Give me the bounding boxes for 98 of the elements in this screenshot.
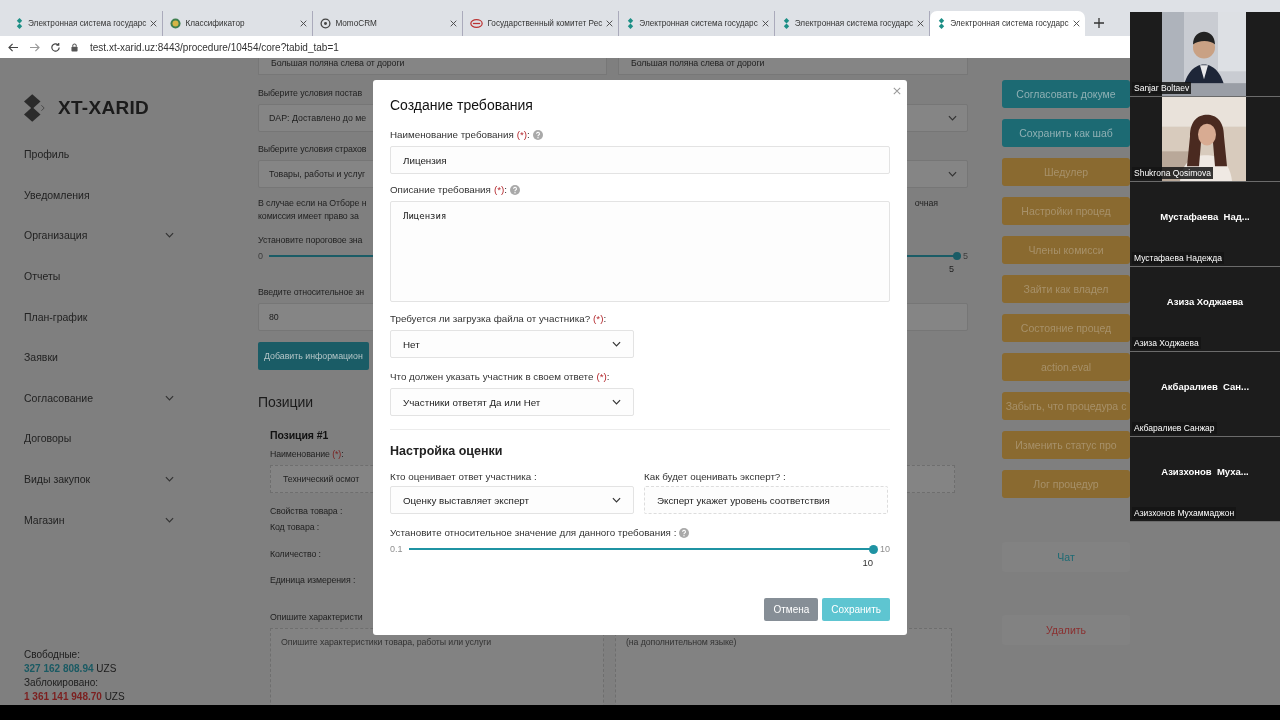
- note-text: В случае если на Отборе н комиссия имеет право за: [258, 197, 367, 223]
- action-button[interactable]: Согласовать докуме: [1002, 80, 1130, 108]
- field-label: Описание требования (*):: [390, 183, 507, 197]
- field-label: Кто оценивает ответ участника :: [390, 471, 537, 482]
- property-label: Код товара :: [270, 522, 320, 532]
- diamond-icon: [626, 18, 636, 29]
- sidebar-item[interactable]: Магазин: [24, 499, 174, 540]
- slider-thumb[interactable]: [953, 252, 962, 260]
- balance-label: Свободные:: [24, 649, 80, 660]
- field-label: Установите пороговое зна: [258, 235, 363, 245]
- name-label: Sanjar Boltaev: [1132, 82, 1192, 94]
- close-icon[interactable]: [1072, 20, 1080, 27]
- diamond-icon: [937, 18, 947, 29]
- name-label: Акбаралиев Санжар: [1132, 422, 1217, 434]
- cancel-button[interactable]: Отмена: [764, 598, 819, 621]
- textarea-field[interactable]: Лицензия: [390, 201, 890, 302]
- plus-icon[interactable]: [1093, 18, 1104, 28]
- field-label: Требуется ли загрузка файла от участника? (*):: [390, 312, 607, 326]
- position-title: Позиция #1: [270, 429, 329, 441]
- select-field[interactable]: Нет: [390, 330, 634, 358]
- sidebar-item[interactable]: Договоры: [24, 418, 174, 459]
- reload-icon[interactable]: [50, 41, 61, 53]
- chevron-down-icon: [612, 497, 621, 503]
- oval-icon: [470, 19, 484, 28]
- chevron-down-icon: [948, 115, 957, 121]
- sidebar-item[interactable]: Виды закупок: [24, 458, 174, 500]
- close-icon[interactable]: [606, 20, 614, 27]
- slider-value: 5: [949, 264, 954, 274]
- forward-arrow-icon[interactable]: [29, 42, 40, 52]
- back-arrow-icon[interactable]: [8, 42, 19, 52]
- chevron-down-icon: [612, 341, 621, 347]
- input-field[interactable]: Большая поляна слева от дороги: [618, 58, 968, 75]
- balance-amount: 1 361 141 948.70: [24, 691, 102, 702]
- chevron-down-icon: [948, 171, 957, 177]
- sidebar-item[interactable]: Согласование: [24, 377, 174, 419]
- close-icon[interactable]: [761, 20, 769, 27]
- url-text[interactable]: test.xt-xarid.uz:8443/procedure/10454/core?tabid_tab=1: [90, 41, 339, 53]
- participant-name: Мустафаева Над...: [1160, 210, 1250, 222]
- name-label: Азизхонов Мухаммаджон: [1132, 507, 1237, 519]
- close-icon[interactable]: [300, 20, 308, 27]
- browser-tab[interactable]: Электронная система государс: [930, 11, 1085, 36]
- logo-icon: [24, 94, 46, 122]
- participant-name: Азиза Ходжаева: [1166, 295, 1244, 307]
- textarea-field[interactable]: (на дополнительном языке): [615, 628, 952, 705]
- action-button[interactable]: Сохранить как шаб: [1002, 119, 1130, 147]
- diamond-icon: [15, 18, 24, 29]
- slider-max: 5: [963, 251, 968, 261]
- select-field[interactable]: Участники ответят Да или Нет: [390, 388, 634, 416]
- select-field[interactable]: Оценку выставляет эксперт: [390, 486, 634, 514]
- sidebar-item[interactable]: Уведомления: [24, 174, 174, 216]
- textarea-field[interactable]: Опишите характеристики товара, работы или услуги: [270, 628, 604, 705]
- close-icon[interactable]: [917, 20, 925, 27]
- name-label: Азиза Ходжаева: [1132, 337, 1201, 349]
- property-label: Единица измерения :: [270, 575, 356, 585]
- sidebar-item[interactable]: Отчеты: [24, 255, 174, 297]
- field-label: Наименование (*):: [270, 449, 344, 459]
- sidebar-item[interactable]: План-график: [24, 296, 174, 337]
- section-heading: Настройка оценки: [390, 444, 503, 458]
- participant-name: Азизхонов Муха...: [1161, 465, 1249, 477]
- currency-text: UZS: [96, 663, 117, 674]
- field-label: Наименование требования (*):: [390, 128, 530, 142]
- sidebar-item[interactable]: Организация: [24, 215, 174, 256]
- add-info-button[interactable]: Добавить информацион: [258, 342, 369, 370]
- slider-max: 10: [880, 544, 890, 554]
- property-label: Свойства товара :: [270, 506, 343, 516]
- property-label: Количество :: [270, 549, 321, 559]
- emblem-icon: [170, 18, 182, 29]
- name-label: Мустафаева Надежда: [1132, 252, 1224, 264]
- slider-thumb[interactable]: [869, 544, 879, 554]
- field-label: Установите относительное значение для данного требования :: [390, 526, 677, 540]
- input-field[interactable]: Лицензия: [390, 146, 890, 174]
- name-label: Shukrona Qosimova: [1132, 167, 1213, 179]
- modal-title: Создание требования: [390, 97, 533, 113]
- balance-amount: 327 162 808.94: [24, 663, 94, 674]
- balance-label: Заблокировано:: [24, 677, 99, 688]
- field-label: Как будет оценивать эксперт? :: [644, 471, 786, 482]
- field-label: Опишите характеристи: [270, 612, 363, 622]
- lock-icon: [71, 42, 78, 52]
- close-icon[interactable]: [450, 20, 458, 27]
- section-heading: Позиции: [258, 394, 313, 410]
- slider-value: 10: [862, 557, 873, 568]
- input-field[interactable]: Большая поляна слева от дороги: [258, 58, 607, 75]
- slider-min: 0.1: [390, 544, 403, 554]
- ring-icon: [320, 18, 332, 29]
- note-text: очная: [914, 197, 938, 210]
- field-label: Что должен указать участник в своем ответе (*):: [390, 370, 610, 384]
- currency-text: UZS: [104, 691, 125, 702]
- sidebar-item[interactable]: Профиль: [24, 134, 174, 175]
- readonly-field: Эксперт укажет уровень соответствия: [644, 486, 888, 514]
- close-icon[interactable]: [150, 20, 158, 27]
- participant-name: Акбаралиев Сан...: [1160, 380, 1249, 392]
- field-label: Выберите условия страхов: [258, 144, 367, 154]
- logo-text: XT-XARID: [58, 97, 150, 119]
- sidebar-item[interactable]: Заявки: [24, 336, 174, 378]
- diamond-icon: [781, 18, 791, 29]
- field-label: Выберите условия постав: [258, 88, 362, 98]
- field-label: Введите относительное зн: [258, 287, 365, 297]
- chevron-down-icon: [612, 399, 621, 405]
